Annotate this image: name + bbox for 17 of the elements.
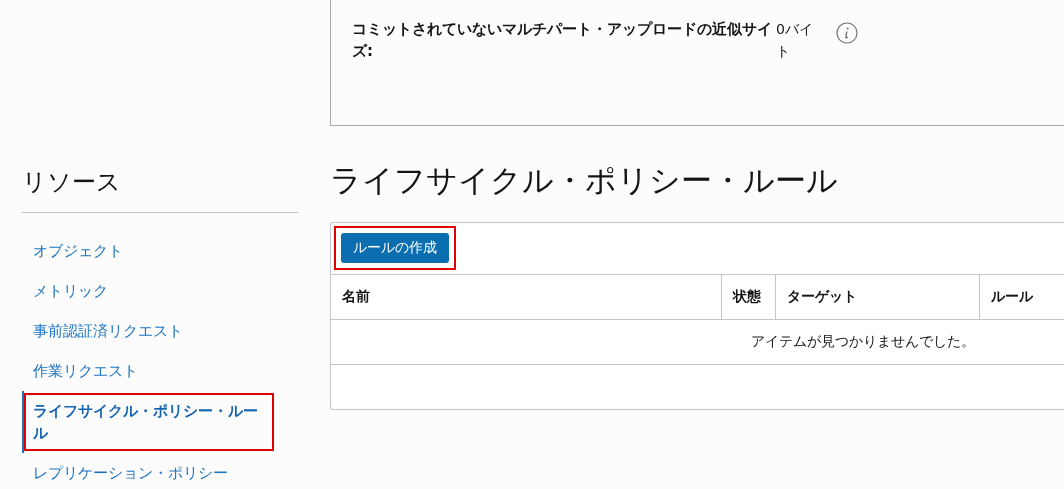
detail-label: コミットされていないマルチパート・アップロードの近似サイズ: [352, 19, 772, 62]
section-title: ライフサイクル・ポリシー・ルール [330, 161, 839, 200]
column-header: 名前 [331, 275, 722, 320]
sidebar-item[interactable]: メトリック [22, 271, 276, 311]
sidebar-item[interactable]: 事前認証済リクエスト [22, 311, 276, 351]
detail-value: 0バイト [776, 20, 814, 61]
empty-message: アイテムが見つかりませんでした。 [751, 333, 975, 351]
sidebar-item[interactable]: ライフサイクル・ポリシー・ルール [22, 391, 276, 453]
column-header: ターゲット [776, 275, 980, 320]
sidebar-title: リソース [22, 166, 298, 213]
sidebar-item[interactable]: レプリケーション・ポリシー [22, 453, 276, 489]
column-header: ルール [980, 275, 1064, 320]
column-header: 状態 [722, 275, 776, 320]
create-rule-button[interactable]: ルールの作成 [341, 233, 449, 263]
info-icon[interactable] [836, 22, 858, 44]
sidebar-item[interactable]: 作業リクエスト [22, 351, 276, 391]
sidebar-item[interactable]: オブジェクト [22, 231, 276, 271]
